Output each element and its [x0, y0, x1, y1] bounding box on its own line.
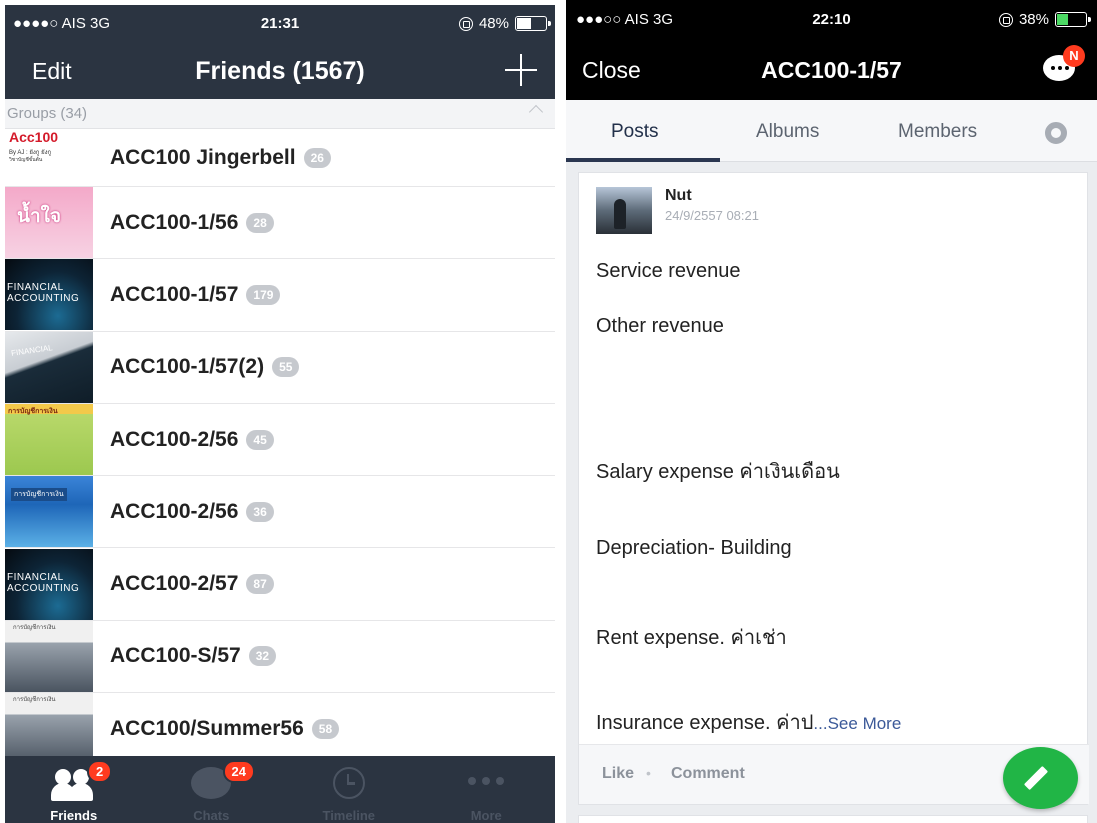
clock-icon — [332, 767, 365, 799]
group-row[interactable]: การบัญชีการเงิน ACC100-S/57 32 — [5, 620, 555, 694]
group-row[interactable]: น้ำใจ ACC100-1/56 28 — [5, 187, 555, 260]
member-count-badge: 32 — [248, 646, 277, 667]
rotation-lock-icon — [998, 12, 1013, 27]
page-title: ACC100-1/57 — [761, 57, 902, 83]
group-thumbnail: FINANCIAL — [5, 331, 93, 403]
member-count-badge: 45 — [246, 429, 274, 450]
group-name: ACC100/Summer56 — [110, 716, 304, 740]
battery-percent: 48% — [478, 15, 509, 32]
avatar[interactable] — [596, 187, 652, 234]
group-row[interactable]: FINANCIAL ACC100-1/57(2) 55 — [5, 331, 555, 404]
group-thumbnail: น้ำใจ — [5, 187, 93, 259]
tab-bar: 2 Friends 24 Chats Timeline More — [5, 756, 555, 823]
post-timestamp: 24/9/2557 08:21 — [665, 208, 759, 223]
battery-percent: 38% — [1018, 11, 1049, 28]
tab-albums[interactable]: Albums — [756, 121, 819, 143]
member-count-badge: 36 — [246, 501, 274, 522]
tab-label: Friends — [50, 808, 98, 823]
group-row[interactable]: FINANCIAL ACCOUNTING ACC100-2/57 87 — [5, 548, 555, 621]
battery-fill — [517, 18, 532, 29]
group-list: Acc100 By AJ : ยังกู ยังกู วิชาบัญชีขั้น… — [5, 129, 555, 766]
post-author[interactable]: Nut — [665, 187, 692, 205]
nav-bar: Close ACC100-1/57 N — [566, 37, 1097, 100]
post-line: Depreciation- Building — [596, 537, 792, 559]
group-thumbnail: การบัญชีการเงิน — [5, 404, 93, 476]
post-line: Service revenue — [596, 260, 741, 282]
new-badge: N — [1063, 45, 1085, 67]
group-name: ACC100-2/56 — [110, 427, 239, 451]
friends-badge: 2 — [87, 760, 113, 783]
member-count-badge: 55 — [272, 357, 300, 378]
see-more-link[interactable]: ...See More — [813, 714, 901, 733]
friends-screen: ●●●●○ AIS 3G 21:31 48% Edit Friends (156… — [5, 5, 555, 823]
collapse-caret-icon[interactable] — [528, 104, 544, 120]
pencil-icon — [1023, 765, 1049, 791]
tab-posts[interactable]: Posts — [611, 121, 659, 143]
gear-icon[interactable] — [1045, 122, 1067, 144]
group-name: ACC100-1/57 — [110, 282, 239, 306]
rotation-lock-icon — [458, 16, 473, 31]
group-thumbnail: การบัญชีการเงิน — [5, 693, 93, 765]
tab-friends[interactable]: 2 Friends — [5, 756, 143, 823]
tab-label: Chats — [193, 808, 230, 823]
status-bar: ●●●○○ AIS 3G 22:10 38% — [566, 0, 1097, 37]
group-name: ACC100-2/57 — [110, 572, 239, 596]
active-tab-indicator — [566, 158, 720, 162]
group-row[interactable]: FINANCIAL ACCOUNTING ACC100-1/57 179 — [5, 259, 555, 332]
group-thumbnail: FINANCIAL ACCOUNTING — [5, 548, 93, 620]
group-thumbnail: การบัญชีการเงิน — [5, 620, 93, 692]
post-line: Rent expense. ค่าเช่า — [596, 627, 787, 649]
action-separator: • — [646, 765, 651, 781]
member-count-badge: 26 — [303, 147, 331, 168]
tab-chats[interactable]: 24 Chats — [143, 756, 281, 823]
group-thumbnail: Acc100 By AJ : ยังกู ยังกู วิชาบัญชีขั้น… — [5, 129, 93, 186]
group-row[interactable]: การบัญชีการเงิน ACC100/Summer56 58 — [5, 693, 555, 766]
group-row[interactable]: การบัญชีการเงิน ACC100-2/56 36 — [5, 476, 555, 549]
tab-members[interactable]: Members — [898, 121, 977, 143]
battery-icon — [1055, 12, 1091, 27]
tab-more[interactable]: More — [418, 756, 556, 823]
post-line: Salary expense ค่าเงินเดือน — [596, 461, 840, 483]
group-name: ACC100 Jingerbell — [110, 145, 296, 169]
member-count-badge: 179 — [246, 284, 281, 305]
group-name: ACC100-S/57 — [110, 644, 241, 668]
member-count-badge: 58 — [311, 718, 340, 739]
next-post-card — [578, 815, 1088, 823]
group-row[interactable]: การบัญชีการเงิน ACC100-2/56 45 — [5, 404, 555, 477]
group-row[interactable]: Acc100 By AJ : ยังกู ยังกู วิชาบัญชีขั้น… — [5, 129, 555, 187]
tab-label: Timeline — [322, 808, 375, 823]
nav-bar: Edit Friends (1567) — [5, 42, 555, 99]
group-posts-screen: ●●●○○ AIS 3G 22:10 38% Close ACC100-1/57… — [566, 0, 1097, 823]
status-bar: ●●●●○ AIS 3G 21:31 48% — [5, 5, 555, 42]
battery-icon — [515, 16, 551, 31]
group-name: ACC100-1/57(2) — [110, 355, 265, 379]
post-line: Other revenue — [596, 315, 724, 337]
chats-badge: 24 — [222, 760, 255, 783]
more-icon — [468, 777, 505, 785]
comment-button[interactable]: Comment — [671, 765, 745, 783]
battery-fill — [1057, 14, 1069, 25]
post-line-truncated: Insurance expense. ค่าป...See More — [596, 712, 902, 734]
group-thumbnail: FINANCIAL ACCOUNTING — [5, 259, 93, 331]
groups-section-header[interactable]: Groups (34) — [5, 99, 555, 129]
member-count-badge: 28 — [246, 212, 274, 233]
group-name: ACC100-2/56 — [110, 499, 239, 523]
group-name: ACC100-1/56 — [110, 210, 239, 234]
groups-header-label: Groups (34) — [7, 105, 88, 122]
member-count-badge: 87 — [246, 574, 274, 595]
group-thumbnail: การบัญชีการเงิน — [5, 476, 93, 548]
add-friend-icon[interactable] — [505, 54, 537, 86]
write-post-button[interactable] — [1003, 747, 1078, 809]
post-card: Nut 24/9/2557 08:21 Service revenue Othe… — [578, 172, 1089, 805]
like-button[interactable]: Like — [602, 765, 634, 783]
tab-label: More — [470, 808, 502, 823]
page-title: Friends (1567) — [195, 57, 365, 85]
tab-timeline[interactable]: Timeline — [280, 756, 418, 823]
group-tabs: Posts Albums Members — [566, 100, 1097, 162]
